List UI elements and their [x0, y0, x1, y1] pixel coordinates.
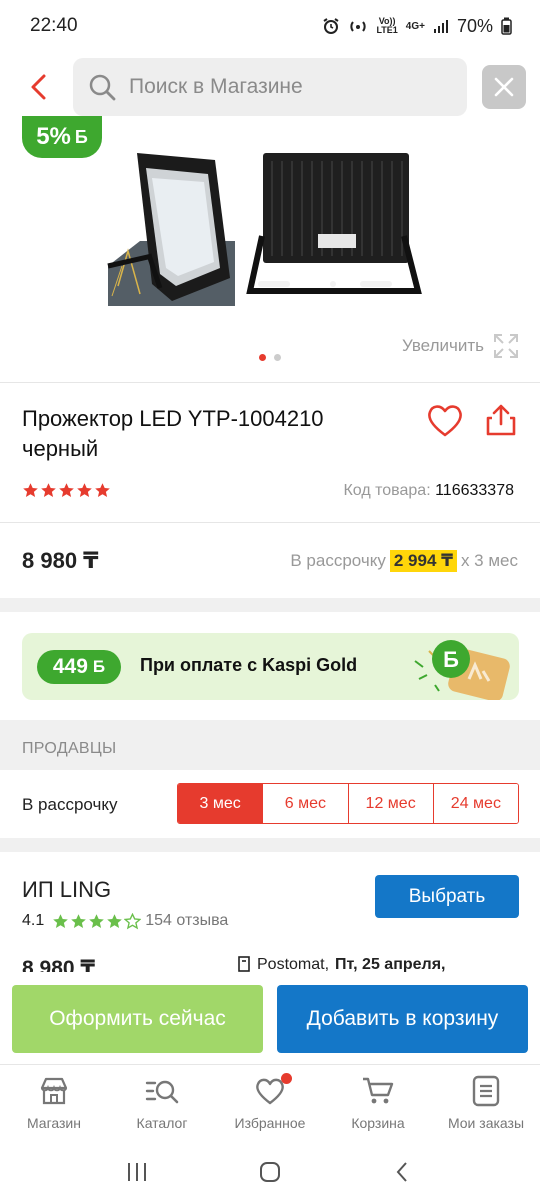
- installment-info: В рассрочку 2 994 ₸ х 3 мес: [290, 550, 518, 572]
- star-icon: [77, 483, 92, 497]
- seller-name[interactable]: ИП LING: [22, 877, 111, 903]
- star-icon: [53, 913, 69, 928]
- star-icon: [89, 913, 105, 928]
- gallery-pagination: [259, 354, 281, 361]
- checkout-now-button[interactable]: Оформить сейчас: [12, 985, 263, 1053]
- star-icon: [95, 483, 110, 497]
- nav-label: Магазин: [26, 1115, 81, 1131]
- installment-period-label: В рассрочку: [22, 795, 118, 814]
- nav-item-favorites[interactable]: Избранное: [216, 1065, 324, 1144]
- sellers-heading: ПРОДАВЦЫ: [22, 740, 117, 757]
- nav-item-catalog[interactable]: Каталог: [108, 1065, 216, 1144]
- svg-text:Б: Б: [443, 647, 459, 672]
- star-icon: [41, 483, 56, 497]
- search-input[interactable]: [129, 75, 429, 99]
- section-gap: [0, 598, 540, 612]
- postomat-icon: [238, 956, 250, 972]
- alarm-icon: [323, 18, 339, 34]
- nav-label: Корзина: [351, 1115, 405, 1131]
- close-search-button[interactable]: [482, 65, 526, 109]
- nav-label: Мои заказы: [447, 1115, 525, 1131]
- status-icons: Vo)) LTE1 4G+ 70%: [322, 16, 512, 37]
- chevron-left-icon: [31, 74, 46, 100]
- system-navigation-bar: [0, 1144, 540, 1200]
- kaspi-gold-banner[interactable]: 449 Б При оплате с Kaspi Gold Б: [22, 633, 519, 700]
- store-icon: [40, 1077, 68, 1105]
- gallery-dot[interactable]: [259, 354, 266, 361]
- seller-reviews-count[interactable]: 154 отзыва: [145, 912, 228, 930]
- status-time: 22:40: [30, 15, 78, 36]
- tab-12-months[interactable]: 12 мес: [347, 784, 433, 823]
- tab-3-months[interactable]: 3 мес: [178, 784, 263, 823]
- divider: [0, 382, 540, 383]
- search-header: [0, 58, 540, 116]
- search-box[interactable]: [73, 58, 467, 116]
- hotspot-icon: [350, 21, 367, 32]
- search-icon: [89, 74, 116, 101]
- close-icon: [494, 77, 514, 97]
- seller-price: 8 980 ₸: [22, 957, 95, 972]
- star-icon: [59, 483, 74, 497]
- nav-label: Каталог: [136, 1115, 188, 1131]
- notification-dot: [281, 1073, 292, 1084]
- zoom-label[interactable]: Увеличить: [402, 336, 484, 356]
- catalog-search-icon: [145, 1080, 179, 1104]
- star-icon: [23, 483, 38, 497]
- product-sku: Код товара: 116633378: [343, 482, 514, 499]
- back-nav-icon[interactable]: [391, 1160, 415, 1184]
- product-gallery[interactable]: 5% Б Увеличить: [0, 116, 540, 382]
- product-price: 8 980 ₸: [22, 548, 99, 573]
- signal-icon: [433, 20, 448, 33]
- star-icon: [107, 913, 123, 928]
- star-icon: [124, 912, 142, 929]
- kaspi-bonus-illustration: Б: [414, 640, 510, 700]
- nav-label: Избранное: [234, 1115, 306, 1131]
- battery-icon: [501, 17, 512, 35]
- installment-amount: 2 994 ₸: [389, 550, 457, 572]
- add-to-cart-button[interactable]: Добавить в корзину: [277, 985, 528, 1053]
- expand-icon[interactable]: [492, 332, 520, 360]
- nav-item-orders[interactable]: Мои заказы: [432, 1065, 540, 1144]
- nav-item-shop[interactable]: Магазин: [0, 1065, 108, 1144]
- seller-rating-stars: [52, 912, 142, 930]
- volte-indicator: Vo)) LTE1: [376, 16, 398, 35]
- section-gap: [0, 838, 540, 852]
- home-icon[interactable]: [258, 1160, 282, 1184]
- gallery-dot[interactable]: [274, 354, 281, 361]
- product-title: Прожектор LED YTP-1004210 черный: [22, 406, 324, 461]
- divider: [0, 522, 540, 523]
- recent-apps-icon[interactable]: [125, 1161, 149, 1183]
- battery-percent: 70%: [456, 15, 493, 36]
- orders-list-icon: [472, 1075, 500, 1107]
- kaspi-banner-text: При оплате с Kaspi Gold: [140, 655, 358, 675]
- network-type: 4G+: [405, 20, 425, 32]
- share-icon[interactable]: [484, 402, 518, 438]
- status-bar: 22:40 Vo)) LTE1 4G+ 70%: [0, 0, 540, 52]
- product-rating-stars: [22, 482, 111, 499]
- bonus-percent-badge: 5% Б: [22, 116, 102, 158]
- cart-icon: [363, 1077, 394, 1104]
- seller-delivery: Postomat, Пт, 25 апреля,: [237, 956, 445, 972]
- bottom-navigation: Магазин Каталог Избранное Корзина Мои за…: [0, 1064, 540, 1144]
- seller-rating: 4.1 154 отзыва: [22, 912, 228, 930]
- choose-seller-button[interactable]: Выбрать: [375, 875, 519, 918]
- installment-period-tabs: 3 мес 6 мес 12 мес 24 мес: [177, 783, 519, 824]
- seller-rating-value: 4.1: [22, 912, 45, 929]
- bonus-amount-badge: 449 Б: [37, 650, 121, 684]
- star-icon: [71, 913, 87, 928]
- nav-item-cart[interactable]: Корзина: [324, 1065, 432, 1144]
- heart-icon[interactable]: [426, 402, 464, 438]
- back-button[interactable]: [22, 68, 58, 106]
- tab-6-months[interactable]: 6 мес: [262, 784, 348, 823]
- tab-24-months[interactable]: 24 мес: [432, 784, 518, 823]
